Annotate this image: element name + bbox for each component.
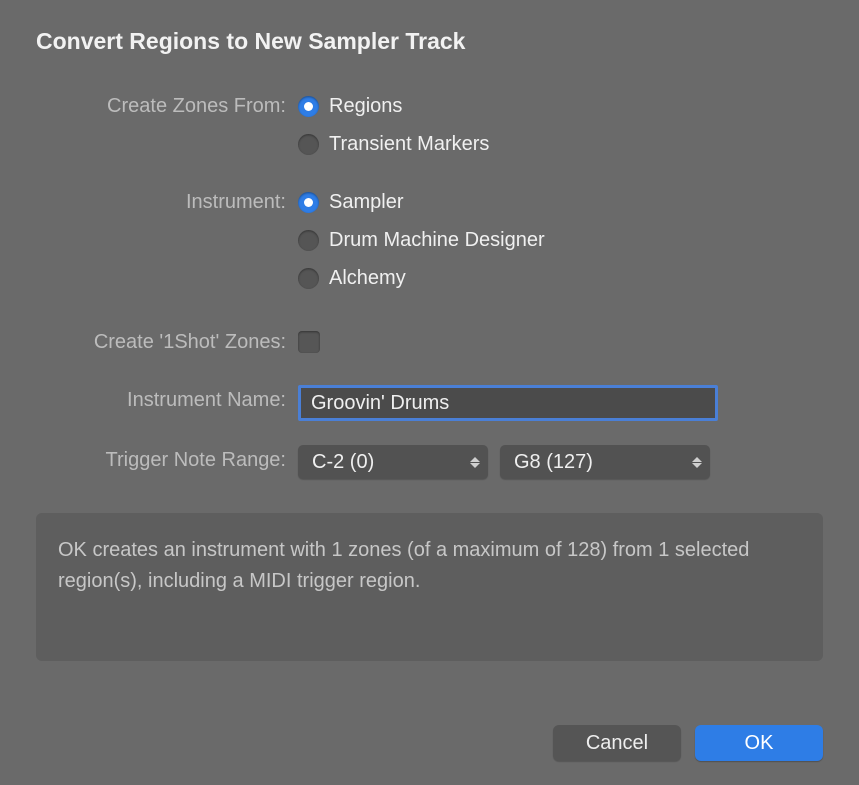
dialog-title: Convert Regions to New Sampler Track	[36, 28, 823, 55]
cancel-button[interactable]: Cancel	[553, 725, 681, 761]
radio-unselected-icon	[298, 134, 319, 155]
oneshot-row: Create '1Shot' Zones:	[36, 327, 823, 357]
convert-regions-dialog: Convert Regions to New Sampler Track Cre…	[0, 0, 859, 785]
create-zones-controls: Regions Transient Markers	[298, 91, 823, 159]
trigger-range-high-value: G8 (127)	[514, 451, 593, 474]
create-zones-option-transient[interactable]: Transient Markers	[298, 129, 823, 159]
trigger-range-high-select[interactable]: G8 (127)	[500, 445, 710, 479]
stepper-icon	[470, 457, 480, 468]
ok-button[interactable]: OK	[695, 725, 823, 761]
instrument-option-sampler[interactable]: Sampler	[298, 187, 823, 217]
instrument-option-drum-machine[interactable]: Drum Machine Designer	[298, 225, 823, 255]
trigger-range-low-value: C-2 (0)	[312, 451, 374, 474]
radio-label: Sampler	[329, 191, 403, 214]
radio-unselected-icon	[298, 268, 319, 289]
create-zones-label: Create Zones From:	[36, 91, 298, 121]
instrument-label: Instrument:	[36, 187, 298, 217]
radio-label: Transient Markers	[329, 133, 489, 156]
stepper-icon	[692, 457, 702, 468]
dialog-form: Create Zones From: Regions Transient Mar…	[36, 91, 823, 661]
trigger-range-controls: C-2 (0) G8 (127)	[298, 445, 823, 479]
create-zones-option-regions[interactable]: Regions	[298, 91, 823, 121]
instrument-controls: Sampler Drum Machine Designer Alchemy	[298, 187, 823, 293]
radio-label: Alchemy	[329, 267, 406, 290]
oneshot-controls	[298, 327, 823, 353]
instrument-name-controls	[298, 385, 823, 421]
dialog-footer: Cancel OK	[36, 707, 823, 761]
chevron-up-icon	[692, 457, 702, 462]
radio-label: Drum Machine Designer	[329, 229, 545, 252]
info-box: OK creates an instrument with 1 zones (o…	[36, 513, 823, 661]
instrument-name-label: Instrument Name:	[36, 385, 298, 415]
instrument-option-alchemy[interactable]: Alchemy	[298, 263, 823, 293]
instrument-name-row: Instrument Name:	[36, 385, 823, 421]
trigger-range-row: Trigger Note Range: C-2 (0) G8 (127)	[36, 445, 823, 479]
trigger-range-selects: C-2 (0) G8 (127)	[298, 445, 823, 479]
radio-selected-icon	[298, 96, 319, 117]
radio-label: Regions	[329, 95, 402, 118]
chevron-down-icon	[470, 463, 480, 468]
radio-unselected-icon	[298, 230, 319, 251]
radio-selected-icon	[298, 192, 319, 213]
oneshot-checkbox[interactable]	[298, 331, 320, 353]
chevron-down-icon	[692, 463, 702, 468]
instrument-row: Instrument: Sampler Drum Machine Designe…	[36, 187, 823, 293]
trigger-range-label: Trigger Note Range:	[36, 445, 298, 475]
create-zones-row: Create Zones From: Regions Transient Mar…	[36, 91, 823, 159]
trigger-range-low-select[interactable]: C-2 (0)	[298, 445, 488, 479]
chevron-up-icon	[470, 457, 480, 462]
instrument-name-input[interactable]	[298, 385, 718, 421]
oneshot-label: Create '1Shot' Zones:	[36, 327, 298, 357]
